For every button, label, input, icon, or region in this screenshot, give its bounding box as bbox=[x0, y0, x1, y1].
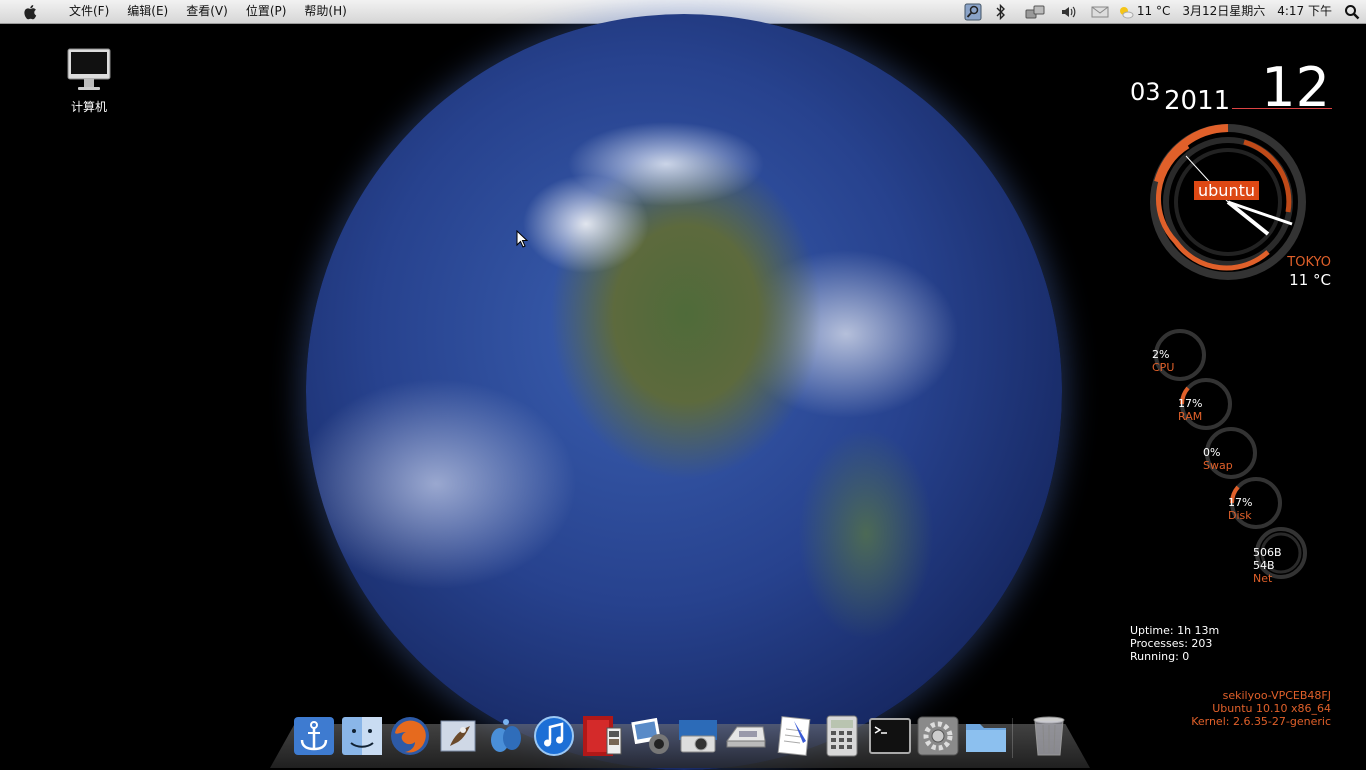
kernel-text: Kernel: 2.6.35-27-generic bbox=[1191, 715, 1331, 728]
net-label: Net bbox=[1253, 572, 1273, 585]
weather-temp: 11 °C bbox=[1289, 271, 1331, 289]
date-year: 2011 bbox=[1164, 86, 1231, 116]
finder-icon[interactable] bbox=[340, 714, 384, 758]
itunes-icon[interactable] bbox=[532, 714, 576, 758]
disk-value: 17% bbox=[1228, 496, 1253, 509]
disk-label: Disk bbox=[1228, 509, 1252, 522]
menu-view[interactable]: 查看(V) bbox=[177, 0, 237, 23]
menubar-date[interactable]: 3月12日星期六 bbox=[1176, 0, 1271, 23]
desktop-icon-label: 计算机 bbox=[70, 100, 107, 114]
mail-icon[interactable] bbox=[436, 714, 480, 758]
network-icon[interactable] bbox=[1015, 0, 1055, 23]
menu-places[interactable]: 位置(P) bbox=[237, 0, 296, 23]
net-meter: 506B 54B Net bbox=[1251, 526, 1311, 586]
apple-logo-icon[interactable] bbox=[20, 3, 42, 21]
text-editor-icon[interactable] bbox=[772, 714, 816, 758]
analog-clock bbox=[1150, 124, 1306, 280]
clock-hour-hand bbox=[1226, 200, 1270, 236]
mouse-cursor-icon bbox=[516, 230, 528, 248]
weather-city: TOKYO bbox=[1287, 255, 1331, 270]
system-preferences-icon[interactable] bbox=[916, 714, 960, 758]
menu-edit[interactable]: 编辑(E) bbox=[118, 0, 177, 23]
calculator-icon[interactable] bbox=[820, 714, 864, 758]
hostname-text: sekilyoo-VPCEB48FJ bbox=[1222, 689, 1331, 702]
menu-file[interactable]: 文件(F) bbox=[60, 0, 118, 23]
date-widget: 03 2011 12 bbox=[1128, 56, 1332, 119]
swap-value: 0% bbox=[1203, 446, 1221, 459]
weather-temperature[interactable]: 11 °C bbox=[1135, 0, 1176, 23]
date-month: 03 bbox=[1130, 78, 1161, 106]
desktop-icon-computer[interactable]: 计算机 bbox=[58, 48, 120, 115]
date-day: 12 bbox=[1261, 56, 1330, 119]
system-tray: 11 °C 3月12日星期六 4:17 下午 bbox=[959, 0, 1366, 23]
dock bbox=[292, 708, 1075, 758]
folder-icon[interactable] bbox=[964, 714, 1008, 758]
scanner-icon[interactable] bbox=[724, 714, 768, 758]
earth-wallpaper bbox=[306, 14, 1062, 770]
magnifier-tool-icon[interactable] bbox=[959, 0, 987, 23]
processes-text: Processes: 203 bbox=[1130, 637, 1213, 650]
bluetooth-icon[interactable] bbox=[987, 0, 1015, 23]
ram-value: 17% bbox=[1178, 397, 1203, 410]
anchor-icon[interactable] bbox=[292, 714, 336, 758]
uptime-text: Uptime: 1h 13m bbox=[1130, 624, 1220, 637]
photo-booth-icon[interactable] bbox=[580, 714, 624, 758]
menubar-time[interactable]: 4:17 下午 bbox=[1271, 0, 1338, 23]
trash-icon[interactable] bbox=[1027, 714, 1071, 758]
system-stats: Uptime: 1h 13m Processes: 203 Running: 0 bbox=[1130, 624, 1219, 663]
dock-separator bbox=[1012, 718, 1023, 758]
mail-indicator-icon[interactable] bbox=[1083, 0, 1117, 23]
date-underline bbox=[1232, 108, 1332, 109]
ubuntu-logo-badge: ubuntu bbox=[1194, 181, 1259, 200]
cpu-value: 2% bbox=[1152, 348, 1170, 361]
image-capture-icon[interactable] bbox=[676, 714, 720, 758]
clock-minute-hand bbox=[1227, 200, 1293, 226]
running-text: Running: 0 bbox=[1130, 650, 1190, 663]
volume-icon[interactable] bbox=[1055, 0, 1083, 23]
menu-help[interactable]: 帮助(H) bbox=[295, 0, 355, 23]
weather-icon[interactable] bbox=[1117, 0, 1135, 23]
net-down-value: 506B bbox=[1253, 546, 1282, 559]
cpu-label: CPU bbox=[1152, 361, 1175, 374]
firefox-icon[interactable] bbox=[388, 714, 432, 758]
ram-label: RAM bbox=[1178, 410, 1203, 423]
computer-icon bbox=[67, 48, 111, 90]
host-info: sekilyoo-VPCEB48FJ Ubuntu 10.10 x86_64 K… bbox=[1191, 689, 1331, 728]
messenger-icon[interactable] bbox=[484, 714, 528, 758]
terminal-icon[interactable] bbox=[868, 714, 912, 758]
swap-label: Swap bbox=[1203, 459, 1233, 472]
spotlight-search-icon[interactable] bbox=[1338, 0, 1366, 23]
distro-text: Ubuntu 10.10 x86_64 bbox=[1212, 702, 1331, 715]
iphoto-icon[interactable] bbox=[628, 714, 672, 758]
net-up-value: 54B bbox=[1253, 559, 1275, 572]
